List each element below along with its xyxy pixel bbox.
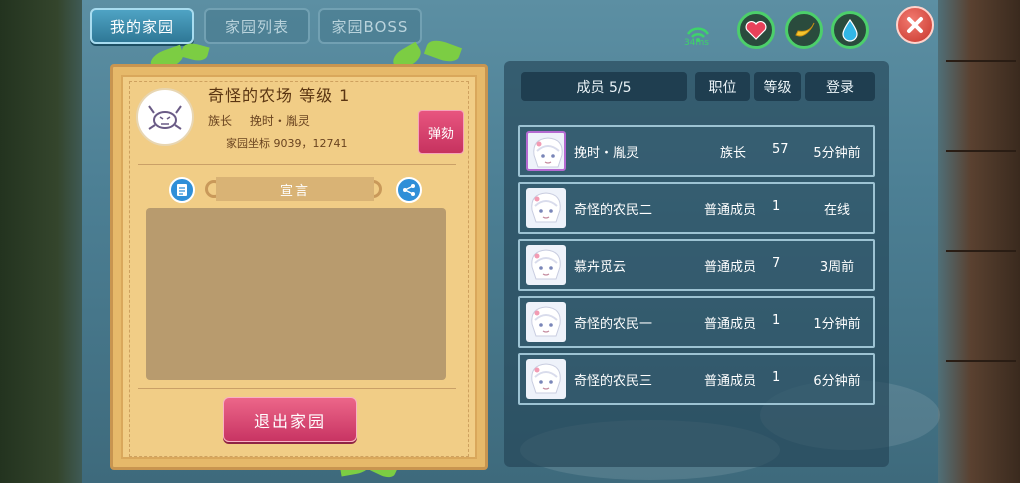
login-header: 登录	[805, 72, 875, 101]
share-icon	[403, 184, 415, 196]
heart-button[interactable]	[737, 11, 775, 49]
member-avatar	[526, 245, 566, 285]
close-button[interactable]	[896, 6, 934, 44]
water-drop-icon	[842, 18, 858, 42]
member-avatar	[526, 131, 566, 171]
position-header: 职位	[695, 72, 750, 101]
home-coordinates: 家园坐标 9039，12741	[226, 137, 348, 150]
member-login-time: 1分钟前	[813, 317, 861, 332]
world-right-edge	[938, 0, 1020, 483]
member-row[interactable]: 奇怪的农民二 普通成员 1 在线	[518, 182, 875, 234]
leader-name: 挽时・胤灵	[249, 114, 310, 128]
member-row[interactable]: 奇怪的农民三 普通成员 1 6分钟前	[518, 353, 875, 405]
member-login-time: 6分钟前	[813, 374, 861, 389]
member-name: 奇怪的农民二	[574, 203, 653, 218]
tab-home-list[interactable]: 家园列表	[204, 8, 310, 44]
member-name: 慕卉觅云	[574, 260, 627, 275]
declaration-text-area[interactable]	[146, 208, 446, 380]
member-row[interactable]: 慕卉觅云 普通成员 7 3周前	[518, 239, 875, 291]
member-position: 族长	[720, 146, 747, 161]
share-button[interactable]	[396, 177, 422, 203]
member-position: 普通成员	[704, 260, 757, 275]
member-avatar	[526, 359, 566, 399]
leader-row: 族长 挽时・胤灵	[208, 112, 324, 129]
member-name: 挽时・胤灵	[574, 146, 640, 161]
water-button[interactable]	[831, 11, 869, 49]
member-level: 7	[772, 256, 781, 271]
banana-icon	[795, 22, 815, 37]
member-login-time: 5分钟前	[813, 146, 861, 161]
leaf-decoration	[423, 36, 463, 66]
close-icon	[907, 17, 923, 33]
quit-home-button[interactable]: 退出家园	[223, 397, 357, 442]
member-name: 奇怪的农民三	[574, 374, 653, 389]
impeach-button[interactable]: 弹劾	[418, 110, 464, 154]
member-login-time: 在线	[823, 203, 850, 218]
ping-text: 34ms	[684, 38, 709, 48]
world-left-edge	[0, 0, 82, 483]
home-emblem	[136, 88, 194, 146]
crab-icon	[148, 105, 182, 130]
member-position: 普通成员	[704, 203, 757, 218]
declaration-title: 宣言	[216, 177, 374, 201]
member-position: 普通成员	[704, 317, 757, 332]
member-name: 奇怪的农民一	[574, 317, 653, 332]
member-row[interactable]: 奇怪的农民一 普通成员 1 1分钟前	[518, 296, 875, 348]
tab-my-home[interactable]: 我的家园	[90, 8, 194, 44]
member-avatar	[526, 188, 566, 228]
tab-home-boss[interactable]: 家园BOSS	[318, 8, 422, 44]
leaf-decoration	[180, 40, 210, 64]
heart-icon	[745, 21, 767, 40]
member-level: 1	[772, 199, 781, 214]
divider	[138, 164, 456, 165]
member-position: 普通成员	[704, 374, 757, 389]
banana-button[interactable]	[785, 11, 823, 49]
member-level: 57	[772, 142, 789, 157]
leader-label: 族长	[208, 114, 233, 128]
member-count-header: 成员 5/5	[521, 72, 687, 101]
member-level: 1	[772, 313, 781, 328]
member-login-time: 3周前	[819, 260, 855, 275]
member-level: 1	[772, 370, 781, 385]
home-name-level: 奇怪的农场 等级 1	[208, 86, 351, 105]
edit-declaration-button[interactable]	[169, 177, 195, 203]
member-row[interactable]: 挽时・胤灵 族长 57 5分钟前	[518, 125, 875, 177]
member-avatar	[526, 302, 566, 342]
level-header: 等级	[754, 72, 801, 101]
divider	[138, 388, 456, 389]
note-icon	[177, 184, 187, 196]
